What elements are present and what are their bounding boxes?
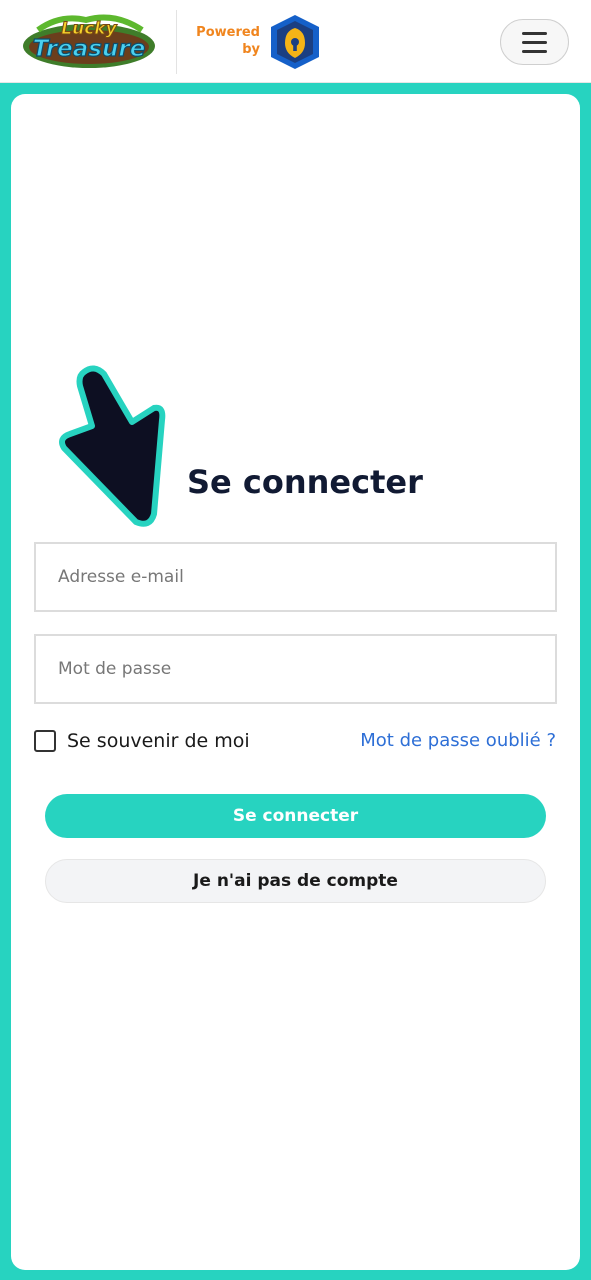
email-field[interactable]: [34, 542, 557, 612]
hamburger-menu-icon: [522, 49, 547, 53]
remember-me-checkbox[interactable]: [34, 730, 56, 752]
password-field[interactable]: [34, 634, 557, 704]
powered-line-1: Powered: [196, 25, 260, 40]
powered-line-2: by: [242, 42, 260, 57]
pointer-arrow-icon: [59, 365, 166, 527]
site-header: Lucky Treasure Powered by: [0, 0, 591, 83]
header-divider: [176, 10, 177, 74]
shield-lock-icon[interactable]: [267, 13, 323, 71]
remember-me[interactable]: Se souvenir de moi: [34, 728, 250, 754]
login-button[interactable]: Se connecter: [45, 794, 546, 838]
hamburger-menu-icon: [522, 40, 547, 44]
no-account-button[interactable]: Je n'ai pas de compte: [45, 859, 546, 903]
remember-me-label: Se souvenir de moi: [67, 730, 250, 752]
menu-button[interactable]: [500, 19, 569, 65]
forgot-password-link[interactable]: Mot de passe oublié ?: [360, 730, 556, 751]
hamburger-menu-icon: [522, 31, 547, 35]
page-title: Se connecter: [187, 463, 423, 501]
logo-text-bottom: Treasure: [33, 36, 146, 62]
powered-by-label: Powered by: [192, 24, 260, 58]
lucky-treasure-logo-icon[interactable]: Lucky Treasure: [20, 10, 158, 72]
